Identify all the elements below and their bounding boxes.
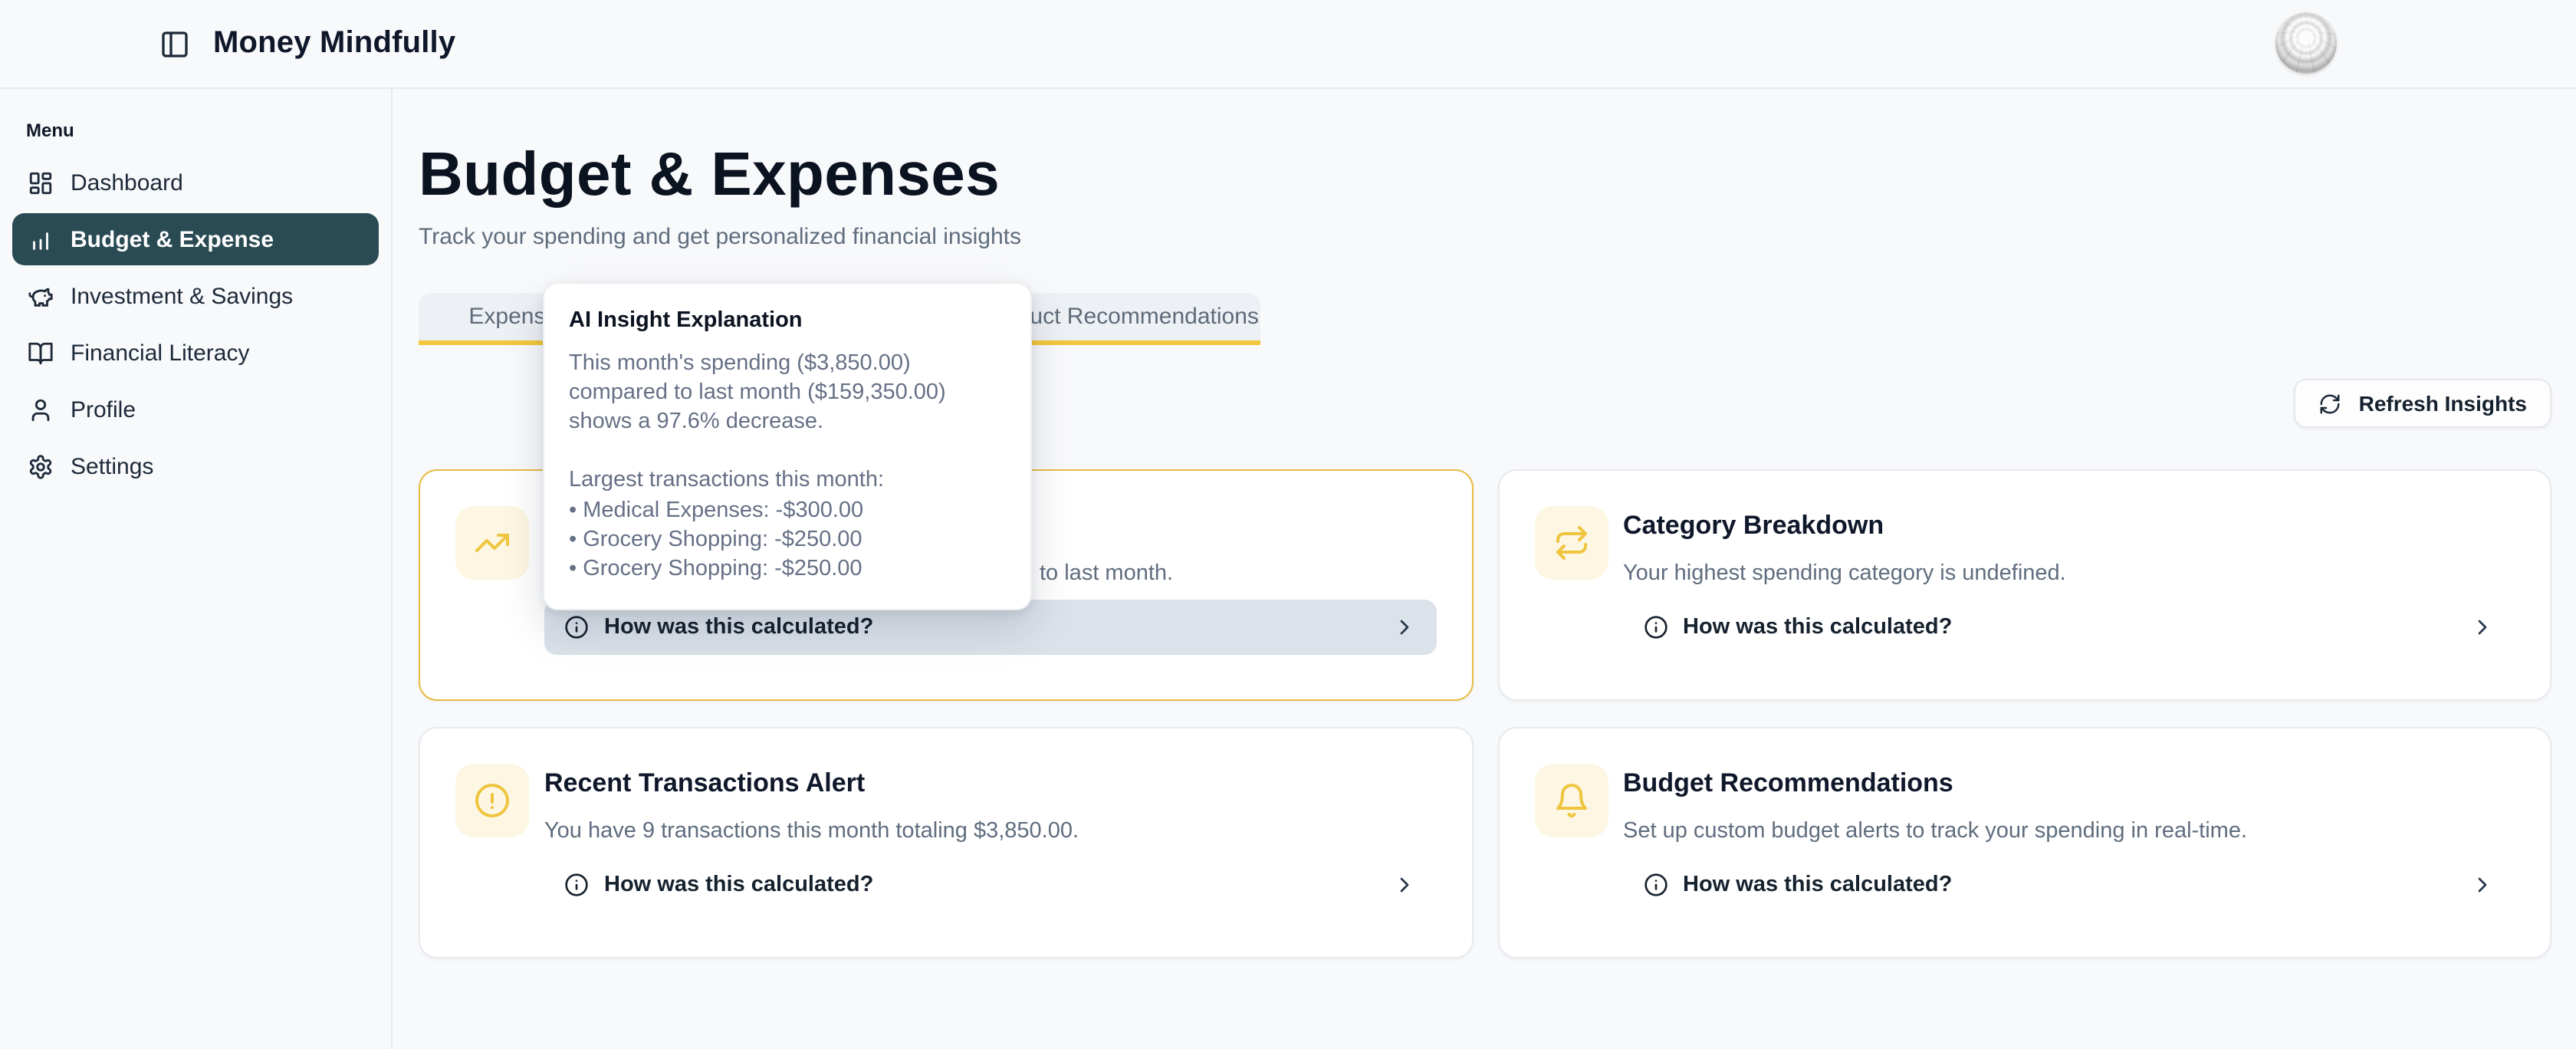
sidebar-item-profile[interactable]: Profile bbox=[12, 383, 379, 436]
sidebar-item-label: Budget & Expense bbox=[71, 226, 274, 252]
sidebar-item-budget-expense[interactable]: Budget & Expense bbox=[12, 213, 379, 265]
sidebar-menu-label: Menu bbox=[26, 120, 391, 141]
book-open-icon bbox=[28, 340, 54, 366]
card-title: Recent Transactions Alert bbox=[544, 768, 1436, 799]
popover-spacer bbox=[569, 438, 1006, 467]
info-icon bbox=[564, 615, 589, 640]
card-description: Your highest spending category is undefi… bbox=[1623, 561, 2515, 587]
refresh-icon bbox=[2319, 392, 2342, 415]
sidebar-item-label: Investment & Savings bbox=[71, 283, 293, 309]
card-budget-recommendations: Budget Recommendations Set up custom bud… bbox=[1497, 727, 2551, 959]
how-calculated-label: How was this calculated? bbox=[604, 615, 873, 640]
popover-transactions-list: Largest transactions this month: • Medic… bbox=[569, 467, 1006, 584]
info-icon bbox=[564, 873, 589, 897]
page-title: Budget & Expenses bbox=[419, 140, 2551, 210]
alert-circle-icon bbox=[455, 764, 529, 837]
sidebar-item-label: Dashboard bbox=[71, 169, 183, 196]
piggy-bank-icon bbox=[28, 283, 54, 309]
card-recent-transactions-alert: Recent Transactions Alert You have 9 tra… bbox=[419, 727, 1473, 959]
chevron-right-icon bbox=[1392, 873, 1416, 897]
sidebar-item-investment-savings[interactable]: Investment & Savings bbox=[12, 270, 379, 322]
trending-up-icon bbox=[455, 506, 529, 580]
sidebar-item-dashboard[interactable]: Dashboard bbox=[12, 156, 379, 209]
gear-icon bbox=[28, 453, 54, 479]
popover-bullet: • Medical Expenses: -$300.00 bbox=[569, 496, 1006, 525]
sidebar-item-financial-literacy[interactable]: Financial Literacy bbox=[12, 327, 379, 379]
dashboard-icon bbox=[28, 169, 54, 196]
popover-bullet: • Grocery Shopping: -$250.00 bbox=[569, 555, 1006, 584]
user-avatar[interactable] bbox=[2275, 12, 2337, 74]
popover-title: AI Insight Explanation bbox=[569, 308, 1006, 333]
refresh-insights-button[interactable]: Refresh Insights bbox=[2295, 379, 2551, 428]
sidebar: Menu Dashboard Budget & Expense Investme… bbox=[0, 87, 393, 1049]
info-icon bbox=[1643, 615, 1668, 640]
card-title: Category Breakdown bbox=[1623, 511, 2515, 541]
how-calculated-label: How was this calculated? bbox=[604, 873, 873, 897]
card-description: You have 9 transactions this month total… bbox=[544, 819, 1436, 845]
sidebar-item-label: Profile bbox=[71, 396, 136, 423]
top-header: Money Mindfully bbox=[0, 0, 2576, 89]
card-description: Set up custom budget alerts to track you… bbox=[1623, 819, 2515, 845]
popover-list-intro: Largest transactions this month: bbox=[569, 467, 1006, 496]
app-title: Money Mindfully bbox=[213, 26, 455, 61]
popover-bullet: • Grocery Shopping: -$250.00 bbox=[569, 525, 1006, 554]
ai-insight-popover: AI Insight Explanation This month's spen… bbox=[543, 282, 1032, 610]
how-calculated-label: How was this calculated? bbox=[1683, 615, 1952, 640]
chevron-right-icon bbox=[2470, 615, 2495, 640]
repeat-icon bbox=[1534, 506, 1608, 580]
how-calculated-button[interactable]: How was this calculated? bbox=[1623, 857, 2515, 913]
sidebar-item-settings[interactable]: Settings bbox=[12, 440, 379, 492]
how-calculated-button[interactable]: How was this calculated? bbox=[1623, 600, 2515, 655]
user-icon bbox=[28, 396, 54, 423]
bar-chart-icon bbox=[28, 226, 54, 252]
chevron-right-icon bbox=[1392, 615, 1416, 640]
popover-paragraph: This month's spending ($3,850.00) compar… bbox=[569, 350, 1006, 438]
sidebar-item-label: Financial Literacy bbox=[71, 340, 249, 366]
card-title: Budget Recommendations bbox=[1623, 768, 2515, 799]
app-root: Money Mindfully Menu Dashboard Budget & … bbox=[0, 0, 2576, 1049]
how-calculated-label: How was this calculated? bbox=[1683, 873, 1952, 897]
page-subtitle: Track your spending and get personalized… bbox=[419, 224, 2551, 250]
bell-icon bbox=[1534, 764, 1608, 837]
sidebar-item-label: Settings bbox=[71, 453, 153, 479]
chevron-right-icon bbox=[2470, 873, 2495, 897]
info-icon bbox=[1643, 873, 1668, 897]
card-category-breakdown: Category Breakdown Your highest spending… bbox=[1497, 469, 2551, 701]
refresh-insights-label: Refresh Insights bbox=[2359, 391, 2527, 416]
sidebar-toggle-icon[interactable] bbox=[159, 28, 190, 59]
how-calculated-button[interactable]: How was this calculated? bbox=[544, 857, 1436, 913]
